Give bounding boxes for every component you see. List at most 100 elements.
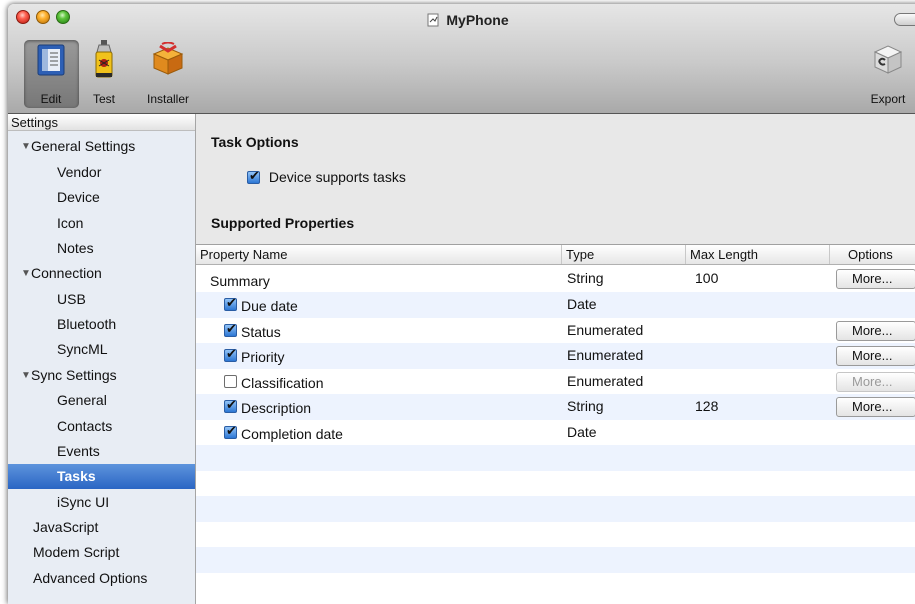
sidebar-item-usb[interactable]: USB — [8, 287, 195, 312]
property-enabled-checkbox[interactable] — [224, 346, 237, 362]
checkbox[interactable] — [247, 168, 260, 184]
table-row[interactable]: Summary String 100 More... — [196, 266, 915, 292]
sidebar-item-label: General Settings — [31, 138, 136, 154]
sidebar-item-general[interactable]: General — [8, 388, 195, 413]
export-icon — [873, 45, 903, 74]
sidebar-item-javascript[interactable]: JavaScript — [8, 515, 195, 540]
empty-row — [196, 496, 915, 522]
more-button[interactable]: More... — [836, 346, 915, 366]
property-type: Enumerated — [567, 322, 644, 338]
document-icon — [427, 13, 439, 27]
empty-row — [196, 471, 915, 497]
column-header-options[interactable]: Options — [830, 245, 915, 264]
property-name: Description — [241, 400, 312, 416]
table-row[interactable]: Status Enumerated More... — [196, 318, 915, 344]
supported-properties-title: Supported Properties — [211, 215, 355, 231]
sidebar-item-device[interactable]: Device — [8, 185, 195, 210]
table-row[interactable]: Due date Date — [196, 292, 915, 318]
sidebar-item-label: iSync UI — [57, 494, 110, 510]
property-max-length[interactable]: 128 — [695, 394, 718, 418]
property-enabled-checkbox[interactable] — [224, 295, 237, 311]
disclosure-triangle-icon[interactable]: ▼ — [21, 134, 31, 159]
sidebar-item-label: Events — [57, 443, 100, 459]
property-name: Priority — [241, 349, 285, 365]
package-icon — [152, 41, 184, 75]
property-enabled-checkbox[interactable] — [224, 397, 237, 413]
empty-row — [196, 522, 915, 548]
table-row[interactable]: Description String 128 More... — [196, 394, 915, 420]
sidebar-item-bluetooth[interactable]: Bluetooth — [8, 312, 195, 337]
property-type: Enumerated — [567, 347, 644, 363]
device-supports-tasks-label: Device supports tasks — [268, 169, 406, 185]
sidebar-item-contacts[interactable]: Contacts — [8, 414, 195, 439]
sidebar-item-label: Modem Script — [33, 544, 120, 560]
edit-toolbar-button[interactable]: Edit — [26, 34, 76, 110]
property-name: Classification — [241, 375, 324, 391]
test-label: Test — [92, 92, 115, 106]
sidebar-item-label: Advanced Options — [33, 570, 148, 586]
property-type: String — [567, 270, 604, 286]
installer-toolbar-button[interactable]: Installer — [136, 34, 200, 110]
sidebar-item-label: USB — [57, 291, 86, 307]
property-enabled-checkbox[interactable] — [224, 375, 237, 388]
table-header: Property Name Type Max Length Options — [196, 244, 915, 265]
settings-sidebar: Settings ▼ General Settings Vendor Devic… — [8, 114, 196, 604]
task-options-title: Task Options — [211, 134, 299, 150]
column-header-max-length[interactable]: Max Length — [686, 245, 830, 264]
task-settings-panel: Task Options Device supports tasks Suppo… — [196, 114, 915, 604]
sidebar-group-sync-settings[interactable]: ▼ Sync Settings — [8, 363, 195, 388]
sidebar-item-syncml[interactable]: SyncML — [8, 337, 195, 362]
sidebar-item-label: Contacts — [57, 418, 113, 434]
column-header-property-name[interactable]: Property Name — [196, 245, 562, 264]
property-enabled-checkbox[interactable] — [224, 321, 237, 337]
table-row[interactable]: Priority Enumerated More... — [196, 343, 915, 369]
sidebar-item-label: Connection — [31, 265, 102, 281]
edit-label: Edit — [40, 92, 62, 106]
installer-label: Installer — [146, 92, 190, 106]
export-toolbar-button[interactable]: Export — [862, 34, 914, 110]
sidebar-item-icon[interactable]: Icon — [8, 211, 195, 236]
window-title: MyPhone — [8, 12, 915, 28]
sidebar-item-events[interactable]: Events — [8, 439, 195, 464]
sidebar-item-label: Icon — [57, 215, 84, 231]
more-button[interactable]: More... — [836, 397, 915, 417]
sidebar-item-label: SyncML — [57, 341, 108, 357]
sidebar-item-label: Tasks — [57, 468, 96, 484]
table-row[interactable]: Completion date Date — [196, 420, 915, 446]
test-toolbar-button[interactable]: Test — [84, 34, 124, 110]
empty-row — [196, 573, 915, 599]
empty-row — [196, 547, 915, 573]
sidebar-group-general-settings[interactable]: ▼ General Settings — [8, 134, 195, 159]
device-supports-tasks-checkbox[interactable]: Device supports tasks — [247, 168, 406, 185]
disclosure-triangle-icon[interactable]: ▼ — [21, 363, 31, 388]
sidebar-item-tasks[interactable]: Tasks — [8, 464, 195, 489]
property-type: Enumerated — [567, 373, 644, 389]
sidebar-item-label: JavaScript — [33, 519, 99, 535]
sidebar-item-advanced-options[interactable]: Advanced Options — [8, 566, 195, 591]
more-button[interactable]: More... — [836, 269, 915, 289]
toolbar: MyPhone Edit Test Installer Export — [8, 4, 915, 114]
property-name: Completion date — [241, 426, 343, 442]
property-name: Status — [241, 324, 281, 340]
toolbar-toggle-button[interactable] — [894, 13, 915, 26]
more-button[interactable]: More... — [836, 321, 915, 341]
edit-icon — [37, 44, 65, 76]
sidebar-item-label: Device — [57, 189, 100, 205]
sidebar-header: Settings — [8, 114, 195, 131]
sidebar-item-vendor[interactable]: Vendor — [8, 160, 195, 185]
column-header-type[interactable]: Type — [562, 245, 686, 264]
sidebar-item-notes[interactable]: Notes — [8, 236, 195, 261]
sidebar-group-connection[interactable]: ▼ Connection — [8, 261, 195, 286]
sidebar-item-label: General — [57, 392, 107, 408]
sidebar-item-label: Bluetooth — [57, 316, 117, 332]
table-row[interactable]: Classification Enumerated More... — [196, 369, 915, 395]
empty-row — [196, 445, 915, 471]
property-enabled-checkbox[interactable] — [224, 423, 237, 439]
property-max-length[interactable]: 100 — [695, 266, 718, 290]
sidebar-item-modem-script[interactable]: Modem Script — [8, 540, 195, 565]
sidebar-item-isync-ui[interactable]: iSync UI — [8, 490, 195, 515]
more-button-disabled: More... — [836, 372, 915, 392]
bug-spray-icon — [95, 40, 113, 78]
export-label: Export — [870, 92, 906, 106]
disclosure-triangle-icon[interactable]: ▼ — [21, 261, 31, 286]
